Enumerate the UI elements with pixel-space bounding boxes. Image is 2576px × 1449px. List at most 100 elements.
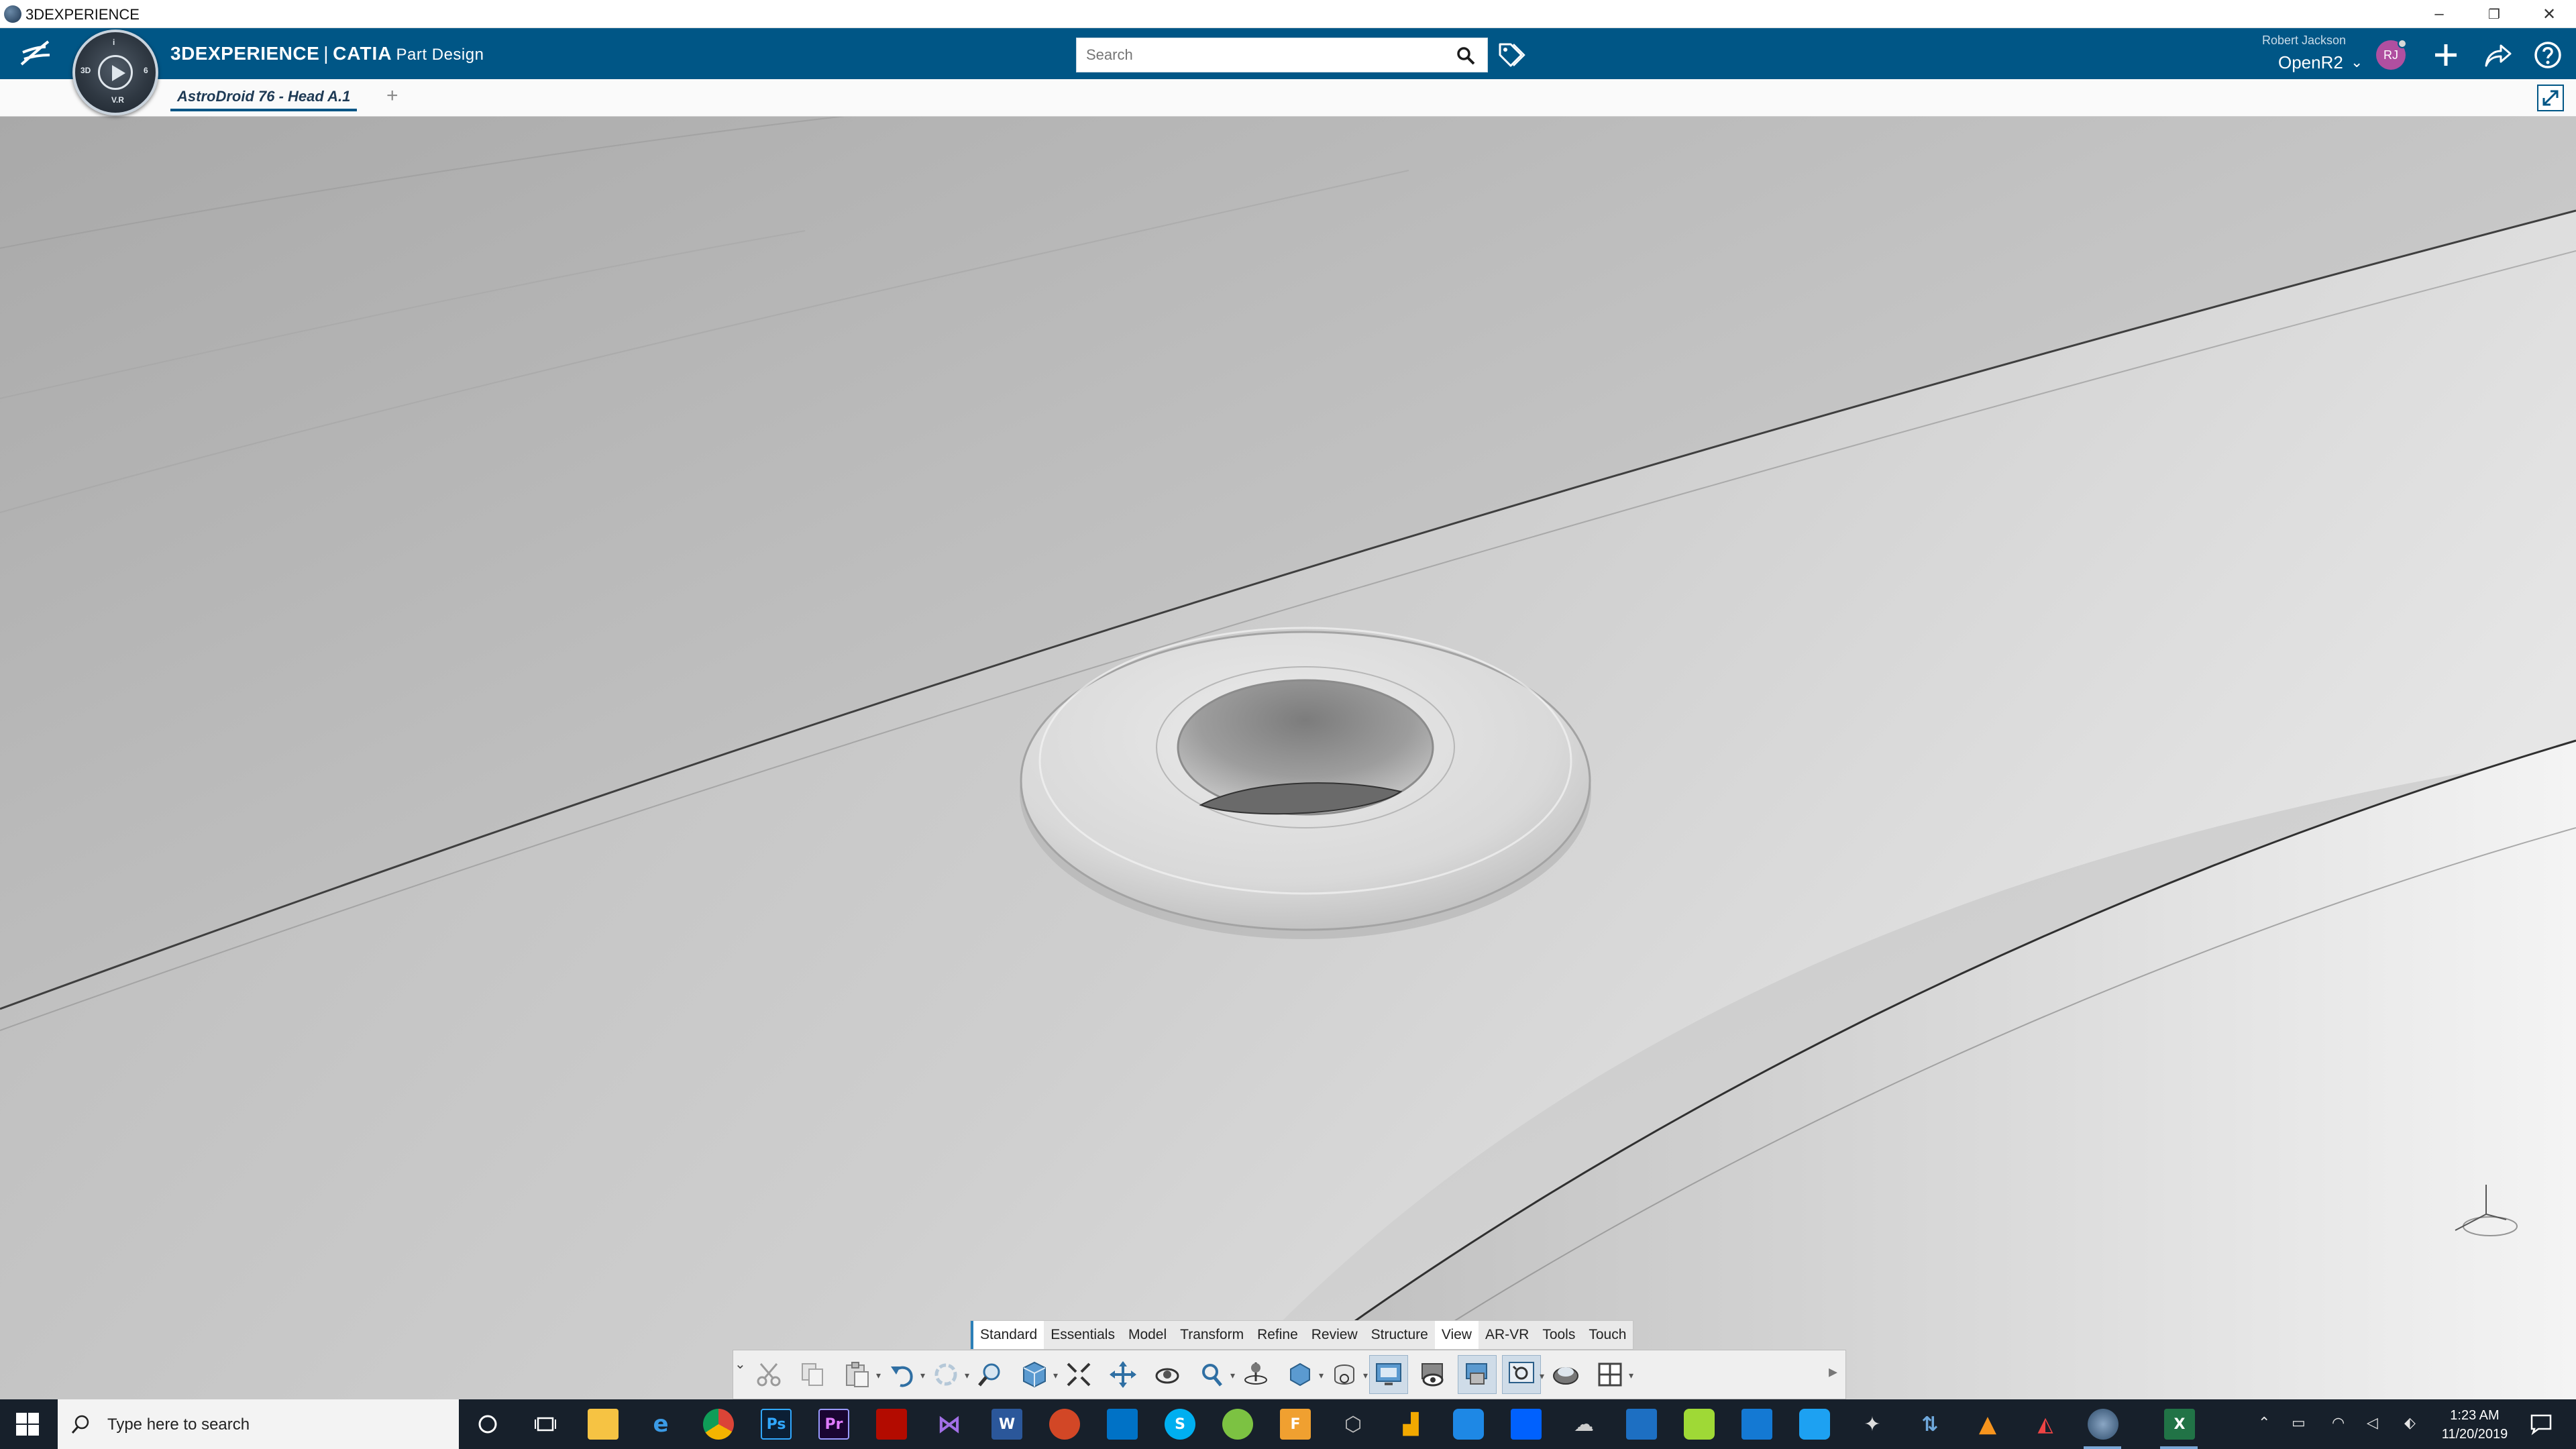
tab-touch[interactable]: Touch bbox=[1582, 1321, 1633, 1349]
compass-quadrant[interactable]: 6 bbox=[144, 66, 148, 75]
chevron-up-icon[interactable]: ⌃ bbox=[2258, 1414, 2270, 1432]
chat-app-icon[interactable] bbox=[1799, 1409, 1830, 1440]
rotate-icon[interactable] bbox=[1148, 1355, 1187, 1394]
compass-quadrant[interactable]: i bbox=[113, 38, 115, 47]
tool-app-icon[interactable]: ✦ bbox=[1857, 1409, 1888, 1440]
windows-start-icon[interactable] bbox=[15, 1411, 40, 1437]
avatar-initials: RJ bbox=[2383, 48, 2398, 62]
avatar[interactable]: RJ bbox=[2376, 39, 2407, 70]
edge-icon[interactable]: e bbox=[645, 1409, 676, 1440]
notification-icon[interactable] bbox=[2529, 1413, 2553, 1436]
volume-icon[interactable]: ◁ bbox=[2367, 1414, 2378, 1432]
cube-app-icon[interactable] bbox=[1684, 1409, 1715, 1440]
dropbox-icon[interactable] bbox=[1511, 1409, 1542, 1440]
premiere-icon[interactable]: Pr bbox=[818, 1409, 849, 1440]
capture-icon[interactable]: ▾ bbox=[1502, 1355, 1544, 1394]
dropbox-tray-icon[interactable]: ⬖ bbox=[2404, 1414, 2416, 1432]
tab-tools[interactable]: Tools bbox=[1536, 1321, 1582, 1349]
battery-icon[interactable]: ▭ bbox=[2292, 1414, 2306, 1432]
copy-icon[interactable] bbox=[794, 1355, 833, 1394]
3d-viewport[interactable] bbox=[0, 117, 2576, 1399]
pan-icon[interactable] bbox=[1104, 1355, 1142, 1394]
search-icon[interactable] bbox=[1456, 46, 1476, 66]
look-at-icon[interactable] bbox=[1236, 1355, 1275, 1394]
restore-button[interactable]: ❐ bbox=[2463, 0, 2525, 28]
zoom-area-icon[interactable]: ▾ bbox=[1192, 1355, 1235, 1394]
fusion-icon[interactable]: F bbox=[1280, 1409, 1311, 1440]
ambience-icon[interactable] bbox=[1546, 1355, 1585, 1394]
3d-app-icon[interactable]: ⬡ bbox=[1338, 1409, 1368, 1440]
chevron-down-icon[interactable]: ⌄ bbox=[735, 1356, 746, 1373]
chart-app-icon[interactable]: ▟ bbox=[1395, 1409, 1426, 1440]
outlook-icon[interactable] bbox=[1107, 1409, 1138, 1440]
github-icon[interactable] bbox=[1453, 1409, 1484, 1440]
matlab-icon[interactable]: ◭ bbox=[2030, 1409, 2061, 1440]
chrome-icon[interactable] bbox=[703, 1409, 734, 1440]
help-icon[interactable] bbox=[2532, 39, 2564, 71]
paste-icon[interactable]: ▾ bbox=[838, 1355, 881, 1394]
add-tab-button[interactable]: + bbox=[386, 85, 398, 107]
word-icon[interactable]: W bbox=[991, 1409, 1022, 1440]
multi-view-icon[interactable]: ▾ bbox=[1591, 1355, 1633, 1394]
network-app-icon[interactable]: ⇅ bbox=[1915, 1409, 1945, 1440]
render-style-icon[interactable]: ▾ bbox=[1325, 1355, 1368, 1394]
tab-refine[interactable]: Refine bbox=[1250, 1321, 1305, 1349]
action-bar: ⌄ ▾ ▾ ▾ ▾ ▾ ▾ ▾ ▾ ▾ ▸ bbox=[733, 1350, 1846, 1399]
share-icon[interactable] bbox=[2481, 39, 2513, 71]
tab-structure[interactable]: Structure bbox=[1364, 1321, 1435, 1349]
tab-essentials[interactable]: Essentials bbox=[1044, 1321, 1122, 1349]
compass-quadrant[interactable]: V.R bbox=[111, 95, 124, 105]
taskbar-search[interactable]: Type here to search bbox=[58, 1399, 459, 1449]
tab-view[interactable]: View bbox=[1434, 1321, 1479, 1349]
tab-model[interactable]: Model bbox=[1122, 1321, 1173, 1349]
tab-transform[interactable]: Transform bbox=[1173, 1321, 1250, 1349]
tab-active-document[interactable]: AstroDroid 76 - Head A.1 bbox=[170, 86, 358, 111]
chevron-right-icon[interactable]: ▸ bbox=[1829, 1361, 1837, 1382]
vpn-app-icon[interactable] bbox=[1741, 1409, 1772, 1440]
view-mode-icon[interactable]: ▾ bbox=[1281, 1355, 1324, 1394]
tag-icon[interactable] bbox=[1496, 40, 1525, 70]
bird-app-icon[interactable] bbox=[1626, 1409, 1657, 1440]
excel-icon[interactable]: X bbox=[2164, 1409, 2195, 1440]
tenant-selector[interactable]: OpenR2 bbox=[2278, 52, 2343, 73]
hide-show-icon[interactable] bbox=[1413, 1355, 1452, 1394]
3dexperience-taskbar-icon[interactable] bbox=[2088, 1409, 2118, 1440]
cloud-app-icon[interactable]: ☁ bbox=[1568, 1409, 1599, 1440]
undo-icon[interactable]: ▾ bbox=[882, 1355, 925, 1394]
view-cube-icon[interactable]: ▾ bbox=[1015, 1355, 1058, 1394]
update-icon[interactable]: ▾ bbox=[926, 1355, 969, 1394]
cortana-icon[interactable] bbox=[472, 1409, 503, 1440]
file-explorer-icon[interactable] bbox=[588, 1409, 619, 1440]
chevron-down-icon[interactable]: ⌄ bbox=[2351, 54, 2363, 71]
zoom-icon[interactable] bbox=[971, 1355, 1010, 1394]
shading-icon[interactable] bbox=[1369, 1355, 1408, 1394]
tab-review[interactable]: Review bbox=[1305, 1321, 1364, 1349]
tab-standard[interactable]: Standard bbox=[971, 1321, 1044, 1349]
clock-date: 11/20/2019 bbox=[2441, 1427, 2508, 1442]
user-name[interactable]: Robert Jackson bbox=[2262, 34, 2346, 48]
visual-studio-icon[interactable]: ⋈ bbox=[934, 1409, 965, 1440]
system-clock[interactable]: 1:23 AM 11/20/2019 bbox=[2424, 1406, 2525, 1444]
sectioning-icon[interactable] bbox=[1458, 1355, 1497, 1394]
dassault-logo-icon[interactable] bbox=[15, 38, 58, 70]
skype-icon[interactable]: S bbox=[1165, 1409, 1195, 1440]
wifi-icon[interactable]: ◠ bbox=[2332, 1414, 2345, 1432]
task-view-icon[interactable] bbox=[530, 1409, 561, 1440]
powerpoint-icon[interactable] bbox=[1049, 1409, 1080, 1440]
compass-icon[interactable]: i 3D V.R 6 bbox=[72, 30, 158, 115]
add-icon[interactable] bbox=[2430, 39, 2462, 71]
compass-play-icon[interactable] bbox=[98, 55, 133, 90]
fit-all-icon[interactable] bbox=[1059, 1355, 1098, 1394]
minimize-button[interactable]: – bbox=[2408, 0, 2470, 28]
compass-quadrant[interactable]: 3D bbox=[80, 66, 91, 75]
app-icon[interactable] bbox=[1222, 1409, 1253, 1440]
fullscreen-icon[interactable] bbox=[2537, 85, 2564, 111]
close-button[interactable]: ✕ bbox=[2518, 0, 2576, 28]
cut-icon[interactable] bbox=[749, 1355, 788, 1394]
photoshop-icon[interactable]: Ps bbox=[761, 1409, 792, 1440]
vlc-icon[interactable]: ▲ bbox=[1972, 1409, 2003, 1440]
status-dot-icon bbox=[2398, 39, 2407, 48]
search-input[interactable] bbox=[1076, 38, 1488, 72]
tab-ar-vr[interactable]: AR-VR bbox=[1479, 1321, 1536, 1349]
acrobat-icon[interactable] bbox=[876, 1409, 907, 1440]
